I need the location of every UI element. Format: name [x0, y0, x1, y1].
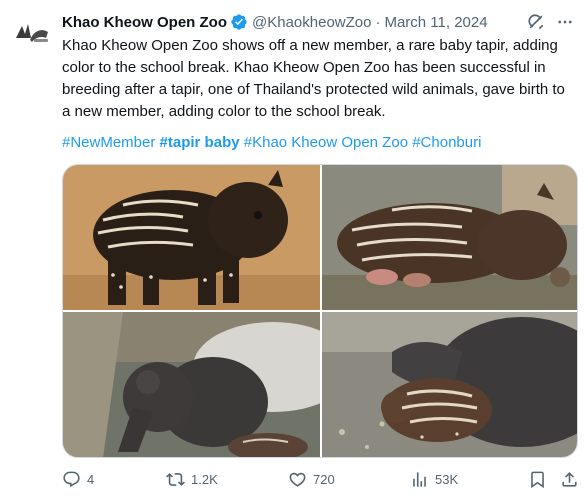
adult-tapir-with-baby-in-water-photo[interactable]	[63, 312, 320, 457]
retweet-button[interactable]: 1.2K	[166, 470, 218, 489]
hashtag-khao-kheow-open-zoo[interactable]: #Khao Kheow Open Zoo	[244, 134, 408, 151]
heart-icon	[289, 472, 306, 487]
views-count: 53K	[435, 471, 459, 487]
baby-tapir-lying-photo[interactable]	[322, 165, 577, 310]
media-grid	[62, 164, 578, 458]
verified-badge-icon	[230, 13, 248, 31]
separator-dot: ·	[375, 13, 381, 31]
grok-icon[interactable]	[526, 11, 546, 33]
tweet: Khao Kheow Open Zoo @KhaokheowZoo · Marc…	[0, 0, 588, 495]
like-count: 720	[313, 471, 335, 487]
bookmark-button[interactable]	[528, 470, 547, 489]
reply-count: 4	[87, 471, 95, 487]
more-icon[interactable]	[554, 11, 576, 33]
hashtag-row: #NewMember #tapir baby #Khao Kheow Open …	[62, 132, 572, 154]
tweet-header: Khao Kheow Open Zoo @KhaokheowZoo · Marc…	[62, 11, 576, 33]
zoo-logo-icon	[16, 24, 48, 42]
share-icon	[562, 471, 577, 487]
post-date[interactable]: March 11, 2024	[384, 14, 487, 31]
baby-tapir-standing-photo[interactable]	[63, 165, 320, 310]
views-chart-icon	[413, 471, 426, 487]
reply-button[interactable]: 4	[62, 470, 94, 489]
hashtag-tapir-baby[interactable]: #tapir baby	[160, 134, 240, 151]
bookmark-icon	[531, 471, 544, 488]
reply-icon	[63, 471, 80, 487]
retweet-icon	[166, 472, 185, 486]
retweet-count: 1.2K	[191, 471, 218, 487]
tweet-text: Khao Kheow Open Zoo shows off a new memb…	[62, 37, 565, 120]
like-button[interactable]: 720	[288, 470, 335, 489]
hashtag-chonburi[interactable]: #Chonburi	[412, 134, 481, 151]
action-bar: 4 1.2K 720 53K	[62, 466, 578, 492]
display-name[interactable]: Khao Kheow Open Zoo	[62, 14, 227, 31]
share-button[interactable]	[560, 470, 579, 489]
hashtag-newmember[interactable]: #NewMember	[62, 134, 155, 151]
avatar[interactable]	[12, 12, 52, 52]
views-button[interactable]: 53K	[410, 470, 458, 489]
baby-tapir-with-mother-photo[interactable]	[322, 312, 577, 457]
handle[interactable]: @KhaokheowZoo	[252, 14, 371, 31]
